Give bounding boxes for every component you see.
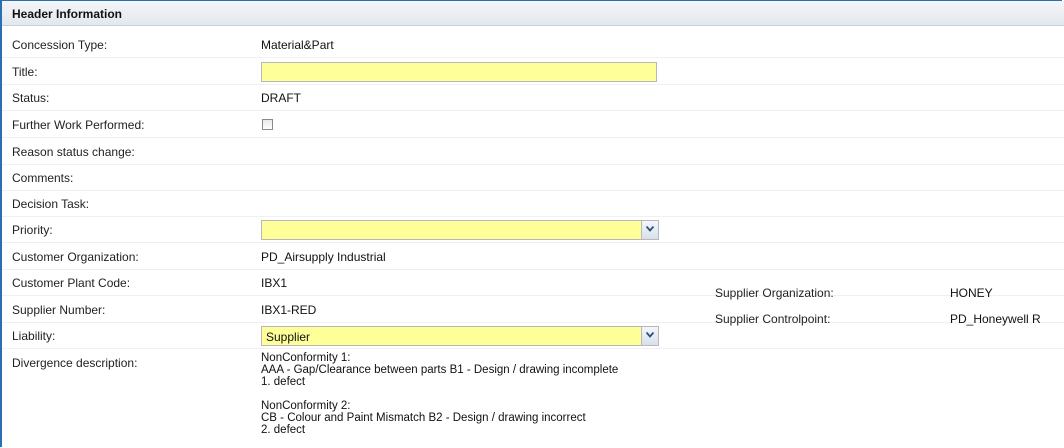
liability-select-value: Supplier: [266, 330, 311, 344]
row-priority: Priority:: [2, 218, 1064, 243]
status-value: DRAFT: [261, 91, 301, 105]
supplier-number-value: IBX1-RED: [261, 303, 317, 317]
reason-status-change-label: Reason status change:: [12, 145, 135, 159]
row-concession-type: Concession Type: Material&Part: [2, 33, 1064, 58]
liability-dropdown-button[interactable]: [641, 327, 658, 345]
row-status: Status: DRAFT: [2, 86, 1064, 111]
supplier-organization-value: HONEY: [950, 286, 993, 300]
section-title: Header Information: [12, 7, 123, 21]
further-work-checkbox[interactable]: [262, 119, 273, 130]
priority-dropdown-button[interactable]: [641, 221, 658, 239]
title-input[interactable]: [261, 62, 657, 82]
status-label: Status:: [12, 91, 50, 105]
section-header: Header Information: [2, 1, 1064, 26]
liability-label: Liability:: [12, 329, 56, 343]
nonconformity-entry: NonConformity 2: CB - Colour and Paint M…: [261, 400, 618, 436]
priority-label: Priority:: [12, 223, 53, 237]
row-reason-status-change: Reason status change:: [2, 140, 1064, 165]
comments-label: Comments:: [12, 171, 74, 185]
row-further-work: Further Work Performed:: [2, 113, 1064, 138]
row-comments: Comments:: [2, 166, 1064, 191]
nonconformity-heading: NonConformity 1:: [261, 352, 351, 364]
nonconformity-defect: 2. defect: [261, 424, 306, 436]
row-supplier-number: Supplier Number: IBX1-RED: [2, 298, 1064, 323]
nonconformity-entry: NonConformity 1: AAA - Gap/Clearance bet…: [261, 352, 618, 388]
customer-organization-value: PD_Airsupply Industrial: [261, 250, 386, 264]
customer-plant-code-label: Customer Plant Code:: [12, 276, 131, 290]
chevron-down-icon: [646, 332, 654, 338]
supplier-organization-label: Supplier Organization:: [715, 286, 834, 300]
liability-select[interactable]: Supplier: [261, 326, 659, 346]
row-customer-plant-code: Customer Plant Code: IBX1: [2, 271, 1064, 296]
concession-type-label: Concession Type:: [12, 38, 108, 52]
further-work-label: Further Work Performed:: [12, 118, 145, 132]
supplier-controlpoint-label: Supplier Controlpoint:: [715, 312, 831, 326]
row-customer-organization: Customer Organization: PD_Airsupply Indu…: [2, 245, 1064, 270]
nonconformity-heading: NonConformity 2:: [261, 400, 351, 412]
row-liability: Liability: Supplier: [2, 324, 1064, 349]
nonconformity-detail: CB - Colour and Paint Mismatch B2 - Desi…: [261, 412, 586, 424]
priority-select[interactable]: [261, 220, 659, 240]
divergence-description-value: NonConformity 1: AAA - Gap/Clearance bet…: [261, 352, 618, 448]
nonconformity-detail: AAA - Gap/Clearance between parts B1 - D…: [261, 364, 619, 376]
supplier-controlpoint-value: PD_Honeywell R: [950, 312, 1041, 326]
divergence-description-label: Divergence description:: [12, 356, 138, 370]
title-label: Title:: [12, 65, 38, 79]
nonconformity-defect: 1. defect: [261, 376, 306, 388]
row-decision-task: Decision Task:: [2, 192, 1064, 217]
customer-plant-code-value: IBX1: [261, 276, 288, 290]
chevron-down-icon: [646, 226, 654, 232]
supplier-number-label: Supplier Number:: [12, 303, 106, 317]
decision-task-label: Decision Task:: [12, 197, 90, 211]
customer-organization-label: Customer Organization:: [12, 250, 139, 264]
concession-type-value: Material&Part: [261, 38, 334, 52]
row-title: Title:: [2, 60, 1064, 85]
